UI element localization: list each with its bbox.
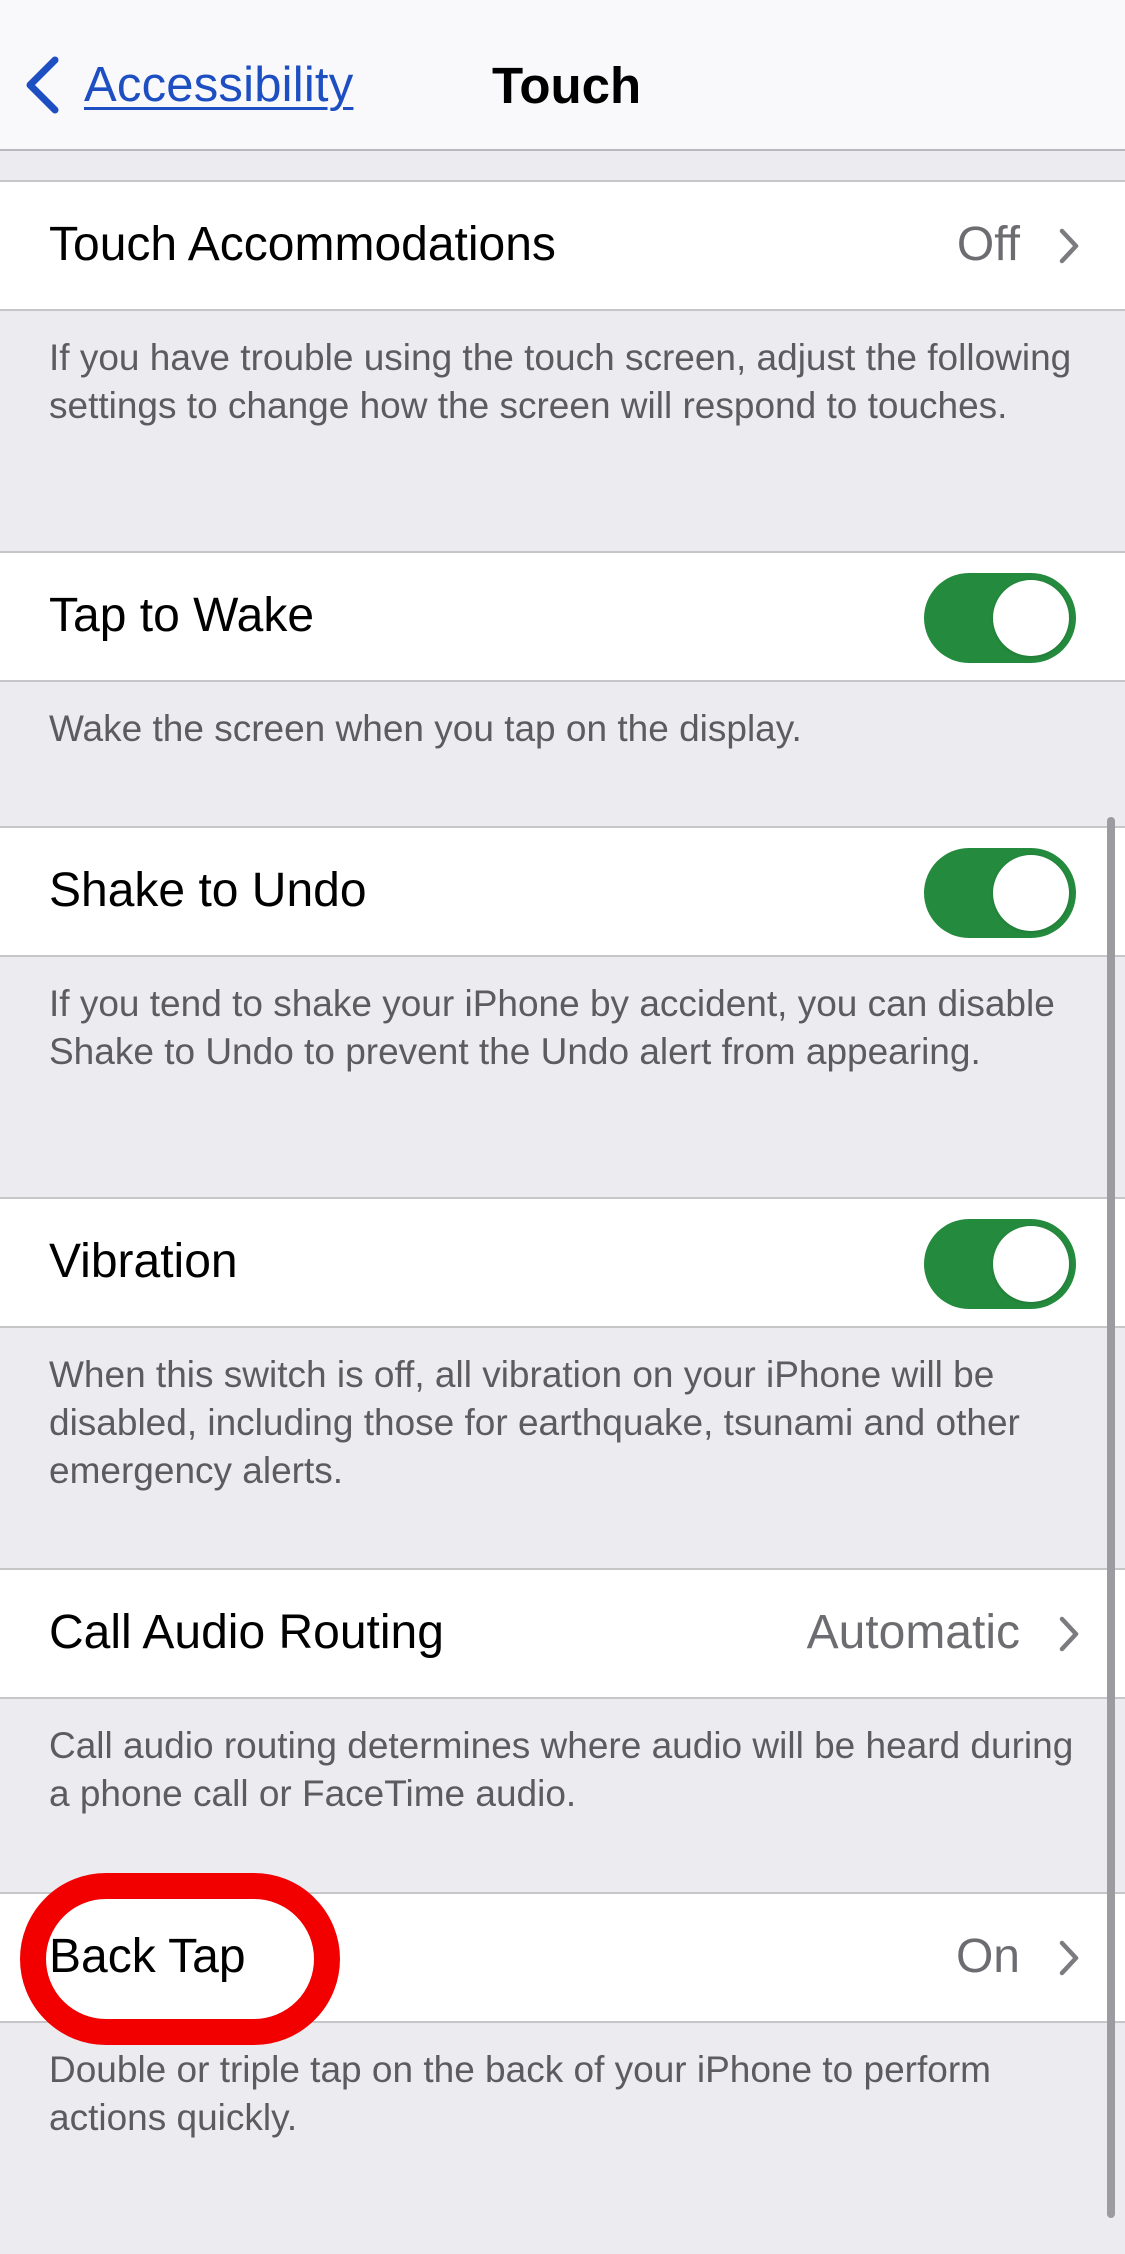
toggle-knob bbox=[993, 855, 1069, 931]
chevron-right-icon bbox=[1059, 1616, 1079, 1652]
page-title: Touch bbox=[492, 57, 642, 114]
toggle-knob bbox=[993, 580, 1069, 656]
setting-row-vibration: Vibration bbox=[0, 1197, 1125, 1328]
setting-row-tap-to-wake: Tap to Wake bbox=[0, 551, 1125, 682]
setting-footer: When this switch is off, all vibration o… bbox=[49, 1354, 1020, 1491]
toggle-knob bbox=[993, 1226, 1069, 1302]
setting-row-touch-accommodations[interactable]: Touch Accommodations Off bbox=[0, 180, 1125, 311]
setting-footer: If you have trouble using the touch scre… bbox=[49, 337, 1072, 426]
chevron-right-icon bbox=[1059, 1940, 1079, 1976]
setting-row-back-tap[interactable]: Back Tap On bbox=[0, 1892, 1125, 2023]
setting-label: Vibration bbox=[49, 1235, 238, 1288]
setting-label: Tap to Wake bbox=[49, 589, 315, 642]
setting-label: Back Tap bbox=[49, 1930, 246, 1983]
navigation-bar: Accessibility Touch bbox=[0, 0, 1125, 151]
chevron-right-icon bbox=[1059, 228, 1079, 264]
scrollbar[interactable] bbox=[1107, 817, 1115, 2218]
setting-footer: If you tend to shake your iPhone by acci… bbox=[49, 983, 1055, 1072]
chevron-left-icon bbox=[26, 56, 59, 114]
setting-value: Automatic bbox=[806, 1606, 1020, 1659]
setting-footer: Call audio routing determines where audi… bbox=[49, 1725, 1074, 1814]
back-button-label: Accessibility bbox=[84, 58, 354, 112]
setting-value: Off bbox=[956, 218, 1020, 271]
setting-label: Call Audio Routing bbox=[49, 1606, 444, 1659]
setting-row-shake-to-undo: Shake to Undo bbox=[0, 826, 1125, 957]
setting-label: Touch Accommodations bbox=[49, 218, 556, 271]
setting-row-call-audio-routing[interactable]: Call Audio Routing Automatic bbox=[0, 1568, 1125, 1699]
setting-label: Shake to Undo bbox=[49, 864, 367, 917]
setting-footer: Double or triple tap on the back of your… bbox=[49, 2049, 991, 2138]
vibration-toggle[interactable] bbox=[924, 1219, 1076, 1309]
back-button[interactable]: Accessibility bbox=[22, 55, 353, 115]
setting-value: On bbox=[955, 1930, 1020, 1983]
setting-footer: Wake the screen when you tap on the disp… bbox=[49, 708, 802, 749]
shake-to-undo-toggle[interactable] bbox=[924, 848, 1076, 938]
tap-to-wake-toggle[interactable] bbox=[924, 573, 1076, 663]
